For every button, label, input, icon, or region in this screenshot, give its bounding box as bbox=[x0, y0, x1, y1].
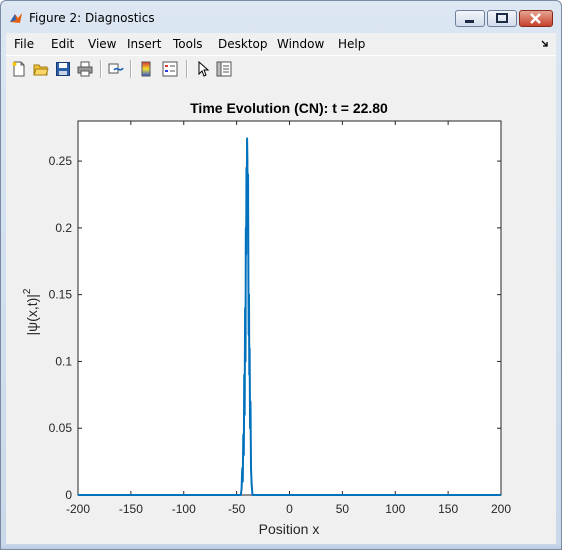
toolbar-separator bbox=[130, 60, 132, 78]
line-chart: Time Evolution (CN): t = 22.80 0 0.05 0.1 0… bbox=[22, 100, 511, 537]
menu-bar: File Edit View Insert Tools Desktop Wind… bbox=[6, 33, 556, 55]
toolbar-separator bbox=[186, 60, 188, 78]
new-figure-icon[interactable] bbox=[11, 61, 27, 77]
menu-tools[interactable]: Tools bbox=[173, 37, 203, 51]
menu-help[interactable]: Help bbox=[338, 37, 365, 51]
title-bar[interactable]: Figure 2: Diagnostics bbox=[1, 1, 561, 33]
y-axis-label-base: |ψ(x,t)| bbox=[24, 294, 40, 335]
x-tick-label: 0 bbox=[286, 502, 293, 516]
x-tick-label: 50 bbox=[336, 502, 350, 516]
menu-edit[interactable]: Edit bbox=[51, 37, 74, 51]
menu-view[interactable]: View bbox=[88, 37, 116, 51]
minimize-button[interactable] bbox=[455, 10, 485, 27]
x-tick-label: 200 bbox=[491, 502, 511, 516]
x-tick-label: 100 bbox=[385, 502, 405, 516]
maximize-button[interactable] bbox=[487, 10, 517, 27]
x-tick-label: -150 bbox=[119, 502, 143, 516]
property-inspector-icon[interactable] bbox=[216, 61, 232, 77]
window-title: Figure 2: Diagnostics bbox=[29, 11, 155, 25]
y-tick-label: 0.15 bbox=[49, 288, 73, 302]
minimize-icon bbox=[465, 20, 474, 23]
figure-area: Time Evolution (CN): t = 22.80 0 0.05 0.1 0… bbox=[6, 82, 556, 544]
print-icon[interactable] bbox=[77, 61, 93, 77]
matlab-logo-icon bbox=[10, 13, 22, 23]
close-button[interactable] bbox=[519, 10, 553, 27]
close-icon bbox=[530, 13, 541, 24]
x-tick-label: -100 bbox=[172, 502, 196, 516]
chart-title: Time Evolution (CN): t = 22.80 bbox=[190, 100, 388, 116]
y-tick-label: 0.05 bbox=[49, 421, 73, 435]
y-axis-label-exponent: 2 bbox=[22, 288, 33, 294]
y-tick-label: 0 bbox=[65, 488, 72, 502]
menu-window[interactable]: Window bbox=[277, 37, 324, 51]
maximize-icon bbox=[496, 13, 508, 23]
dock-arrow-icon[interactable] bbox=[540, 39, 550, 49]
x-tick-label: -50 bbox=[228, 502, 246, 516]
y-axis-label: |ψ(x,t)|2 bbox=[22, 288, 40, 335]
open-file-icon[interactable] bbox=[33, 61, 49, 77]
window-frame-bottom bbox=[1, 544, 561, 549]
edit-plot-arrow-icon[interactable] bbox=[195, 61, 211, 77]
plot-area[interactable] bbox=[77, 120, 502, 496]
x-tick-label: -200 bbox=[66, 502, 90, 516]
menu-file[interactable]: File bbox=[14, 37, 34, 51]
x-tick-label: 150 bbox=[438, 502, 458, 516]
save-icon[interactable] bbox=[55, 61, 71, 77]
menu-insert[interactable]: Insert bbox=[127, 37, 161, 51]
toolbar bbox=[6, 55, 556, 83]
y-tick-label: 0.2 bbox=[55, 221, 72, 235]
y-tick-label: 0.25 bbox=[49, 154, 73, 168]
toolbar-separator bbox=[100, 60, 102, 78]
colorbar-icon[interactable] bbox=[138, 61, 154, 77]
link-plot-icon[interactable] bbox=[108, 61, 124, 77]
y-tick-label: 0.1 bbox=[55, 354, 72, 368]
figure-window: Figure 2: Diagnostics File Edit View Ins… bbox=[0, 0, 562, 550]
x-axis-label: Position x bbox=[259, 521, 320, 537]
menu-desktop[interactable]: Desktop bbox=[218, 37, 268, 51]
legend-icon[interactable] bbox=[162, 61, 178, 77]
